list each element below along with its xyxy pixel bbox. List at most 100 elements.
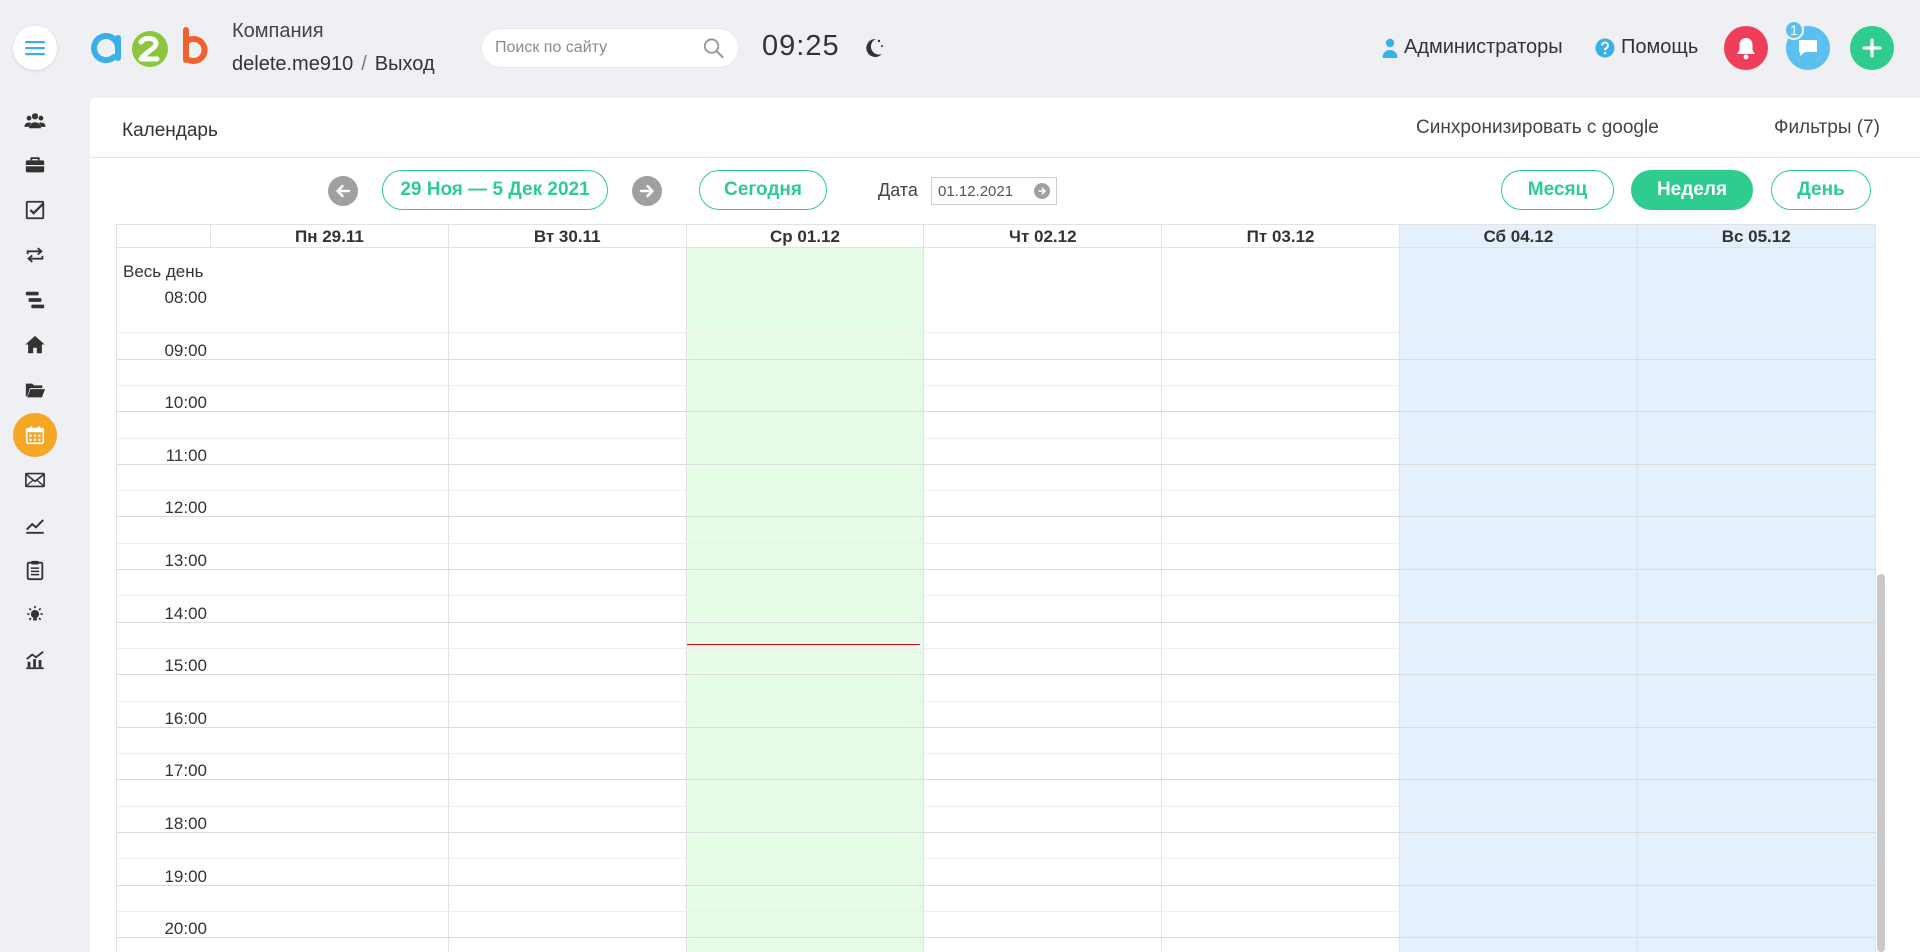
repeat-icon: [26, 247, 44, 263]
messages-button[interactable]: 1: [1784, 20, 1830, 70]
search-box: [481, 28, 739, 68]
day-header[interactable]: Вт 30.11: [448, 224, 687, 248]
day-header[interactable]: Сб 04.12: [1400, 224, 1638, 248]
time-label: 08:00: [164, 288, 207, 307]
sidebar-item-processes[interactable]: [13, 233, 57, 277]
filters-link[interactable]: Фильтры (7): [1774, 117, 1880, 139]
sidebar-item-home[interactable]: [13, 323, 57, 367]
view-week-button[interactable]: Неделя: [1631, 170, 1753, 210]
hour-line: [117, 937, 1876, 939]
logout-link[interactable]: Выход: [375, 53, 435, 75]
today-button[interactable]: Сегодня: [699, 170, 827, 210]
time-label: 17:00: [164, 761, 207, 781]
briefcase-icon: [25, 157, 45, 173]
sidebar-item-mail[interactable]: [13, 458, 57, 502]
sidebar: [0, 0, 70, 952]
plus-icon: [1862, 38, 1882, 58]
admins-label: Администраторы: [1404, 36, 1563, 58]
time-label: 14:00: [164, 603, 207, 623]
prev-week-button[interactable]: [328, 176, 358, 206]
sidebar-item-calendar[interactable]: [13, 413, 57, 457]
half-hour-line: [117, 542, 1876, 544]
notifications-button[interactable]: [1724, 26, 1768, 70]
view-day-button[interactable]: День: [1771, 170, 1871, 210]
hour-line: [117, 884, 1876, 886]
time-label: 11:00: [165, 445, 207, 465]
half-hour-line: [117, 490, 1876, 492]
bell-icon: [1737, 38, 1755, 60]
day-header[interactable]: Ср 01.12: [686, 224, 925, 248]
day-header[interactable]: Пт 03.12: [1162, 224, 1400, 248]
time-label: 10:00: [164, 393, 207, 413]
half-hour-line: [117, 910, 1876, 912]
arrow-right-icon: [1038, 187, 1047, 195]
mail-icon: [25, 472, 45, 488]
hour-line: [117, 832, 1876, 833]
calendar-panel: Календарь Синхронизировать с google Филь…: [90, 98, 1920, 952]
current-time-indicator: [686, 643, 921, 645]
time-label: 09:00: [164, 340, 207, 360]
google-sync-link[interactable]: Синхронизировать с google: [1416, 117, 1659, 139]
corner-cell: [117, 224, 211, 248]
day-column[interactable]: [1637, 248, 1876, 952]
user-icon: [1382, 38, 1398, 58]
time-label: 15:00: [164, 656, 207, 676]
search-icon[interactable]: [702, 36, 725, 60]
sidebar-item-stages[interactable]: [13, 278, 57, 322]
sidebar-item-projects[interactable]: [13, 143, 57, 187]
a2b-logo[interactable]: [88, 24, 214, 72]
time-label: 13:00: [164, 551, 207, 570]
date-value: 01.12.2021: [938, 182, 1014, 200]
day-column[interactable]: [686, 248, 925, 952]
day-column[interactable]: [449, 248, 687, 952]
company-label[interactable]: Компания: [232, 20, 435, 43]
user-separator: /: [361, 53, 367, 75]
sidebar-item-docs[interactable]: [13, 548, 57, 592]
date-input[interactable]: 01.12.2021: [931, 177, 1057, 205]
company-block: Компания delete.me910 / Выход: [232, 20, 435, 76]
day-column[interactable]: [1400, 248, 1638, 952]
help-link[interactable]: Помощь: [1595, 36, 1698, 59]
clock: 09:25: [762, 30, 840, 62]
week-grid: Весь день Пн 29.11 Вт 30.11 Ср 01.12 Чт 02.…: [116, 224, 1876, 952]
stack-icon: [25, 291, 45, 309]
clipboard-icon: [26, 560, 44, 581]
admins-link[interactable]: Администраторы: [1382, 36, 1563, 59]
view-month-button[interactable]: Месяц: [1501, 170, 1614, 210]
add-button[interactable]: [1850, 26, 1894, 70]
calendar-toolbar: 29 Ноя — 5 Дек 2021 Сегодня Дата 01.12.2…: [90, 158, 1920, 224]
hamburger-icon: [25, 41, 45, 56]
sidebar-item-users[interactable]: [13, 98, 57, 142]
day-header[interactable]: Пн 29.11: [211, 224, 449, 248]
moon-icon[interactable]: [862, 36, 884, 60]
day-column[interactable]: [1162, 248, 1400, 952]
day-column[interactable]: [211, 248, 449, 952]
half-hour-line: [117, 332, 1876, 334]
half-hour-line: [117, 700, 1876, 702]
scrollbar[interactable]: [1877, 574, 1885, 952]
day-header[interactable]: Вс 05.12: [1637, 224, 1876, 248]
sidebar-item-ideas[interactable]: [13, 593, 57, 637]
time-label: 16:00: [164, 708, 207, 728]
next-week-button[interactable]: [632, 176, 662, 206]
sidebar-item-analytics[interactable]: [13, 638, 57, 682]
search-input[interactable]: [495, 39, 702, 57]
menu-toggle-button[interactable]: [13, 26, 57, 70]
hour-line: [117, 569, 1876, 570]
folder-icon: [25, 383, 46, 398]
hour-line: [117, 674, 1876, 676]
date-range-button[interactable]: 29 Ноя — 5 Дек 2021: [382, 170, 608, 210]
home-icon: [25, 335, 45, 354]
checkbox-icon: [25, 200, 45, 220]
username[interactable]: delete.me910: [232, 53, 353, 75]
sidebar-item-files[interactable]: [13, 368, 57, 412]
hour-line: [117, 726, 1876, 728]
day-column[interactable]: [924, 248, 1163, 952]
sidebar-item-reports[interactable]: [13, 503, 57, 547]
date-go-button[interactable]: [1034, 183, 1050, 199]
day-header[interactable]: Чт 02.12: [924, 224, 1163, 248]
time-label: 20:00: [164, 919, 207, 939]
sidebar-item-tasks[interactable]: [13, 188, 57, 232]
time-label: 18:00: [164, 814, 207, 833]
calendar-icon: [25, 426, 45, 445]
